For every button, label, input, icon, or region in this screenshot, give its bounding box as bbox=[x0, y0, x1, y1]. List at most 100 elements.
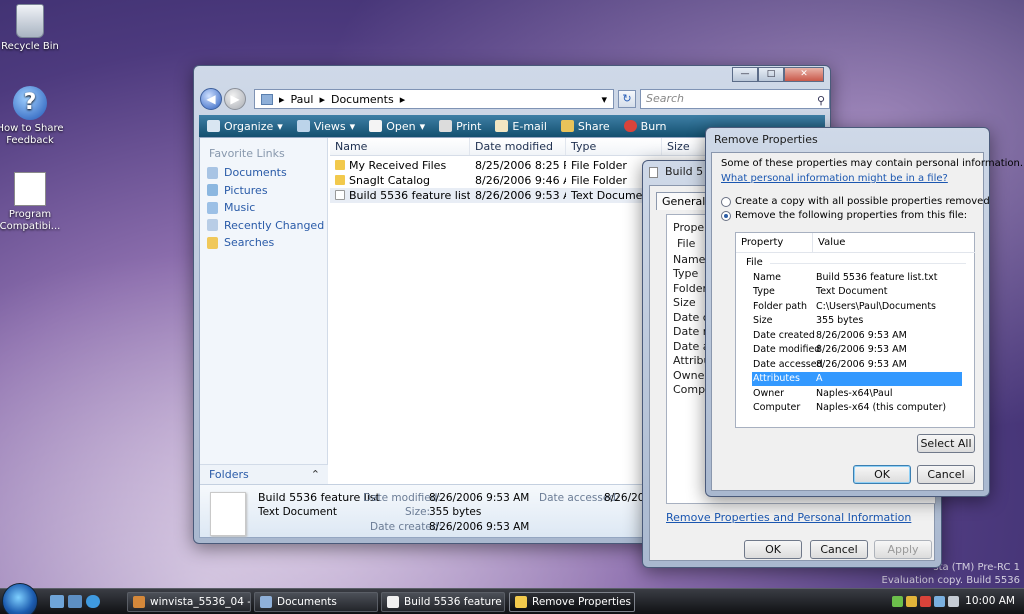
property-row[interactable]: Date accessed 8/26/2006 9:53 AM bbox=[752, 358, 962, 372]
program-compat-label: Program Compatibi... bbox=[0, 209, 61, 232]
text-document-icon bbox=[387, 596, 399, 608]
nav-link-music[interactable]: Music bbox=[200, 199, 327, 217]
forward-button[interactable]: ▶ bbox=[224, 88, 246, 110]
breadcrumb-separator: ▸ bbox=[319, 92, 325, 106]
properties-table: Property Value File Name Build 5536 featu… bbox=[735, 232, 975, 428]
details-file-name: Build 5536 feature list bbox=[258, 491, 380, 504]
property-row[interactable]: Computer Naples-x64 (this computer) bbox=[752, 401, 962, 415]
select-all-button[interactable]: Select All bbox=[917, 434, 975, 453]
email-button[interactable]: E-mail bbox=[495, 120, 547, 133]
close-button[interactable]: ✕ bbox=[784, 67, 824, 82]
switch-windows-icon[interactable] bbox=[68, 595, 82, 608]
program-compat-icon[interactable]: Program Compatibi... bbox=[0, 172, 66, 233]
internet-explorer-icon[interactable] bbox=[86, 595, 100, 608]
print-button[interactable]: Print bbox=[439, 120, 481, 133]
window-controls: — □ ✕ bbox=[732, 67, 824, 82]
column-type[interactable]: Type bbox=[566, 138, 662, 155]
personal-info-link[interactable]: What personal information might be in a … bbox=[721, 173, 948, 184]
property-row[interactable]: Name Build 5536 feature list.txt bbox=[752, 271, 962, 285]
taskbar-item-remove-properties[interactable]: Remove Properties bbox=[509, 592, 635, 612]
taskbar-item-documents[interactable]: Documents bbox=[254, 592, 378, 612]
property-row-selected[interactable]: Attributes A bbox=[752, 372, 962, 386]
help-icon: ? bbox=[13, 86, 47, 120]
details-size-label: Size: bbox=[405, 506, 431, 518]
property-label: Type bbox=[673, 267, 699, 280]
breadcrumb-documents[interactable]: Documents bbox=[331, 93, 394, 106]
connection-icon[interactable] bbox=[934, 596, 945, 607]
property-row[interactable]: Date modified 8/26/2006 9:53 AM bbox=[752, 343, 962, 357]
music-icon bbox=[207, 201, 218, 214]
feedback-label: How to Share Feedback bbox=[0, 123, 64, 146]
nav-link-pictures[interactable]: Pictures bbox=[200, 182, 327, 200]
dialog-body: Some of these properties may contain per… bbox=[711, 152, 1023, 491]
remove-properties-link[interactable]: Remove Properties and Personal Informati… bbox=[666, 511, 911, 524]
open-button[interactable]: Open ▾ bbox=[369, 120, 425, 133]
property-row[interactable]: Date created 8/26/2006 9:53 AM bbox=[752, 329, 962, 343]
organize-button[interactable]: Organize ▾ bbox=[207, 120, 283, 133]
open-icon bbox=[369, 120, 383, 132]
recycle-bin-label: Recycle Bin bbox=[1, 41, 59, 52]
printer-icon bbox=[439, 120, 453, 132]
burn-button[interactable]: Burn bbox=[623, 120, 667, 133]
ok-button[interactable]: OK bbox=[853, 465, 911, 484]
ok-button[interactable]: OK bbox=[744, 540, 802, 559]
breadcrumb-paul[interactable]: Paul bbox=[291, 93, 314, 106]
nav-link-documents[interactable]: Documents bbox=[200, 164, 327, 182]
search-input[interactable]: Search ⚲ bbox=[640, 89, 830, 109]
text-document-icon bbox=[649, 167, 658, 178]
folder-icon bbox=[261, 93, 273, 105]
warning-icon[interactable] bbox=[920, 596, 931, 607]
chevron-up-icon: ⌃ bbox=[310, 468, 320, 481]
maximize-button[interactable]: □ bbox=[758, 67, 784, 82]
remove-option-label[interactable]: Remove the following properties from thi… bbox=[735, 210, 967, 221]
copy-option-radio[interactable] bbox=[721, 197, 731, 207]
property-row[interactable]: Folder path C:\Users\Paul\Documents bbox=[752, 300, 962, 314]
intro-text: Some of these properties may contain per… bbox=[721, 158, 1024, 169]
search-icon[interactable]: ⚲ bbox=[817, 92, 825, 110]
volume-icon[interactable] bbox=[948, 596, 959, 607]
cancel-button[interactable]: Cancel bbox=[917, 465, 975, 484]
security-shield-icon[interactable] bbox=[906, 596, 917, 607]
documents-icon bbox=[207, 166, 218, 179]
document-checklist-icon bbox=[14, 172, 46, 206]
cancel-button[interactable]: Cancel bbox=[810, 540, 868, 559]
copy-option-label[interactable]: Create a copy with all possible properti… bbox=[735, 196, 990, 207]
share-button[interactable]: Share bbox=[560, 120, 610, 133]
folder-icon bbox=[260, 596, 272, 608]
column-property[interactable]: Property bbox=[736, 233, 813, 253]
property-label: Owner bbox=[673, 369, 709, 382]
views-button[interactable]: Views ▾ bbox=[296, 120, 355, 133]
remove-option-radio[interactable] bbox=[721, 211, 731, 221]
column-date-modified[interactable]: Date modified bbox=[470, 138, 566, 155]
share-icon bbox=[560, 120, 574, 132]
network-icon[interactable] bbox=[892, 596, 903, 607]
column-value[interactable]: Value bbox=[813, 233, 975, 253]
remove-properties-dialog[interactable]: Remove Properties Some of these properti… bbox=[705, 127, 1023, 497]
file-section-label: File bbox=[677, 237, 696, 250]
nav-link-recently-changed[interactable]: Recently Changed bbox=[200, 217, 327, 235]
property-row[interactable]: Type Text Document bbox=[752, 285, 962, 299]
folders-toggle[interactable]: Folders ⌃ bbox=[200, 464, 328, 484]
taskbar-item-build-properties[interactable]: Build 5536 feature li... bbox=[381, 592, 505, 612]
chevron-down-icon[interactable]: ▾ bbox=[601, 93, 607, 106]
recent-icon bbox=[207, 219, 218, 232]
breadcrumb-separator: ▸ bbox=[399, 92, 406, 106]
back-button[interactable]: ◀ bbox=[200, 88, 222, 110]
details-date-modified: 8/26/2006 9:53 AM bbox=[429, 492, 530, 504]
feedback-icon[interactable]: ? How to Share Feedback bbox=[0, 86, 66, 147]
property-row[interactable]: Owner Naples-x64\Paul bbox=[752, 387, 962, 401]
column-name[interactable]: Name bbox=[330, 138, 470, 155]
show-desktop-icon[interactable] bbox=[50, 595, 64, 608]
apply-button: Apply bbox=[874, 540, 932, 559]
refresh-button[interactable]: ↻ bbox=[618, 90, 636, 108]
recycle-bin-icon[interactable]: Recycle Bin bbox=[0, 4, 66, 53]
start-button[interactable] bbox=[2, 583, 38, 614]
nav-link-searches[interactable]: Searches bbox=[200, 234, 327, 252]
address-row: ◀ ▶ ▸ Paul ▸ Documents ▸ ▾ ↻ Search ⚲ bbox=[200, 88, 830, 112]
address-bar[interactable]: ▸ Paul ▸ Documents ▸ ▾ bbox=[254, 89, 614, 109]
clock[interactable]: 10:00 AM bbox=[965, 595, 1015, 607]
property-row[interactable]: Size 355 bytes bbox=[752, 314, 962, 328]
minimize-button[interactable]: — bbox=[732, 67, 758, 82]
tab-general[interactable]: General bbox=[656, 192, 712, 210]
taskbar-item-paint[interactable]: winvista_5536_04 - P... bbox=[127, 592, 251, 612]
